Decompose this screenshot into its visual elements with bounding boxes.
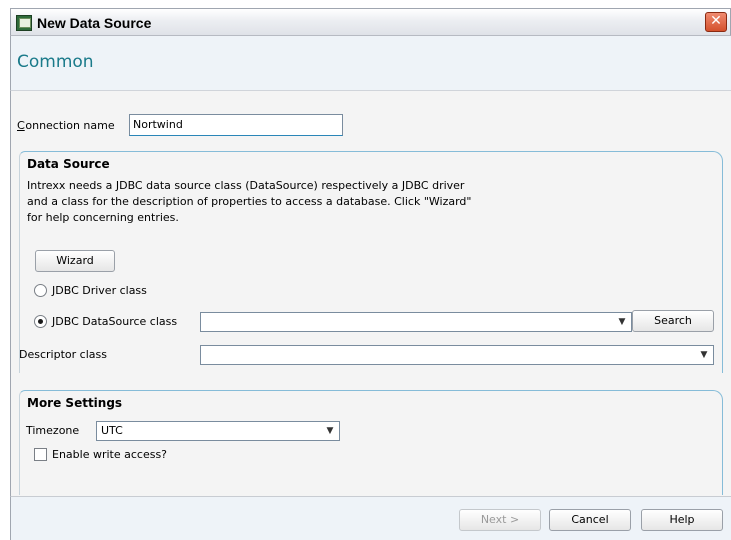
chevron-down-icon: ▼: [700, 350, 708, 360]
jdbc-datasource-select[interactable]: ▼: [200, 312, 632, 332]
page-header: Common: [10, 36, 731, 90]
page-title: Common: [17, 52, 94, 72]
title-bar: New Data Source ✕: [10, 8, 731, 36]
jdbc-driver-radio[interactable]: [34, 284, 47, 297]
chevron-down-icon: ▼: [326, 426, 334, 436]
dialog-footer: Next > Cancel Help: [10, 496, 731, 540]
timezone-label: Timezone: [26, 424, 80, 437]
jdbc-datasource-label: JDBC DataSource class: [52, 315, 178, 328]
search-button[interactable]: Search: [632, 310, 714, 332]
write-access-label: Enable write access?: [52, 448, 168, 461]
connection-name-label: CConnection name: [17, 119, 115, 132]
close-icon[interactable]: ✕: [705, 12, 727, 32]
data-source-title: Data Source: [27, 157, 110, 171]
timezone-select[interactable]: UTC ▼: [96, 421, 340, 441]
data-source-app-icon: [16, 15, 32, 31]
help-button-label: Help: [669, 513, 695, 526]
descriptor-class-select[interactable]: ▼: [200, 345, 714, 365]
jdbc-driver-label: JDBC Driver class: [52, 284, 147, 297]
write-access-checkbox[interactable]: [34, 448, 47, 461]
help-button[interactable]: Help: [641, 509, 723, 531]
cancel-button[interactable]: Cancel: [549, 509, 631, 531]
connection-name-label-text: Connection name: [17, 119, 115, 132]
more-settings-group: More Settings Timezone UTC ▼ Enable writ…: [19, 390, 723, 495]
window-title: New Data Source: [37, 15, 152, 31]
data-source-group: Data Source Intrexx needs a JDBC data so…: [19, 151, 723, 373]
search-button-label: Search: [654, 314, 692, 327]
next-button-label: Next >: [480, 513, 520, 526]
connection-name-input[interactable]: Nortwind: [129, 114, 343, 136]
cancel-button-label: Cancel: [571, 513, 609, 526]
data-source-description: Intrexx needs a JDBC data source class (…: [27, 179, 472, 224]
descriptor-class-label: Descriptor class: [19, 348, 107, 361]
timezone-value: UTC: [101, 424, 123, 437]
main-panel: CConnection name Nortwind Data Source In…: [10, 90, 731, 496]
wizard-button[interactable]: Wizard: [35, 250, 115, 272]
next-button[interactable]: Next >: [459, 509, 541, 531]
jdbc-datasource-radio[interactable]: [34, 315, 47, 328]
chevron-down-icon: ▼: [618, 317, 626, 327]
more-settings-title: More Settings: [27, 396, 123, 410]
wizard-button-label: Wizard: [56, 254, 94, 267]
